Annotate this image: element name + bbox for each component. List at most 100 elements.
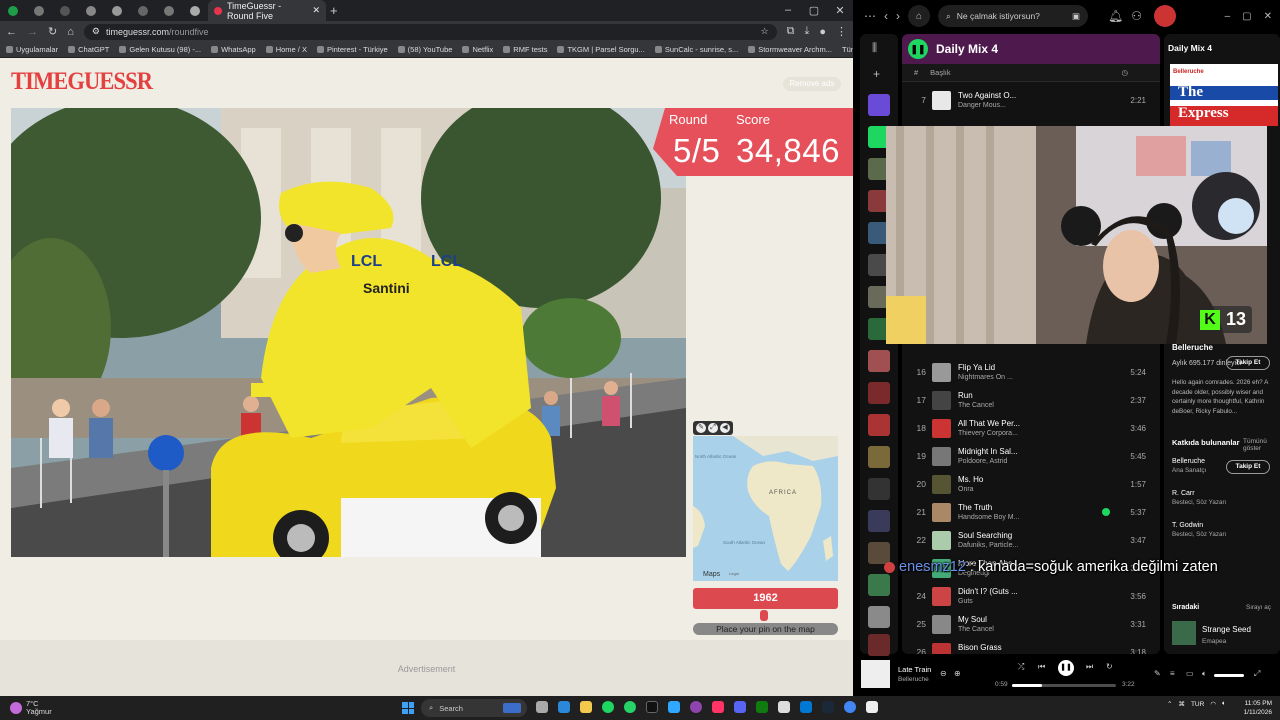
follow-button[interactable]: Takip Et: [1226, 356, 1270, 370]
play-pause-button[interactable]: ❚❚: [1058, 660, 1074, 676]
steam-icon[interactable]: [822, 701, 834, 713]
minimize-icon[interactable]: –: [775, 4, 801, 17]
library-item[interactable]: [868, 446, 890, 468]
tab-favicon[interactable]: [130, 0, 156, 21]
track-row[interactable]: 19 Midnight In Sal... Poldoore, Astrid 5:45: [902, 442, 1160, 470]
reload-icon[interactable]: ↻: [48, 25, 57, 38]
app-icon[interactable]: [712, 701, 724, 713]
bookmark-item[interactable]: Gelen Kutusu (98) -...: [119, 45, 201, 54]
liked-songs-tile[interactable]: [868, 94, 890, 116]
artist-bio[interactable]: Hello again comrades. 2026 eh? A decade …: [1172, 378, 1280, 416]
track-title[interactable]: Run: [958, 391, 1048, 400]
language-indicator[interactable]: TUR: [1191, 701, 1204, 708]
library-item[interactable]: [868, 478, 890, 500]
contributor-row[interactable]: R. Carr Besteci, Söz Yazarı: [1172, 490, 1226, 506]
shuffle-icon[interactable]: ⤮: [1018, 662, 1024, 672]
track-artist[interactable]: Danger Mous...: [958, 102, 1048, 109]
back-icon[interactable]: ←: [6, 26, 17, 38]
library-item[interactable]: [868, 350, 890, 372]
track-row[interactable]: 16 Flip Ya Lid Nightmares On ... 5:24: [902, 358, 1160, 386]
track-row[interactable]: 20 Ms. Ho Onra 1:57: [902, 470, 1160, 498]
track-row[interactable]: 22 Soul Searching Dafuniks, Particle... 3:4…: [902, 526, 1160, 554]
photoshop-icon[interactable]: [668, 701, 680, 713]
year-slider-handle[interactable]: [760, 610, 769, 621]
now-playing-art[interactable]: [861, 660, 890, 688]
search-input[interactable]: ⌕ Ne çalmak istiyorsun? ▣: [938, 5, 1088, 27]
profile-icon[interactable]: ●: [819, 26, 826, 38]
track-row[interactable]: 7 Two Against O... Danger Mous... 2:21: [902, 86, 1160, 114]
remove-icon[interactable]: ⊖: [940, 669, 947, 678]
pause-button[interactable]: ❚❚: [908, 39, 928, 59]
taskbar-search[interactable]: ⌕ Search: [421, 699, 527, 717]
clock[interactable]: 11:05 PM 1/11/2026: [1236, 699, 1272, 717]
site-info-icon[interactable]: ⚙: [92, 26, 100, 37]
track-title[interactable]: All That We Per...: [958, 419, 1048, 428]
create-playlist-icon[interactable]: +: [873, 67, 880, 81]
track-row[interactable]: 24 Didn't I? (Guts ... Guts 3:56: [902, 582, 1160, 610]
track-artist[interactable]: Poldoore, Astrid: [958, 458, 1048, 465]
progress-bar[interactable]: [1012, 684, 1116, 687]
maximize-icon[interactable]: ▢: [1242, 11, 1251, 22]
track-row[interactable]: 17 Run The Cancel 2:37: [902, 386, 1160, 414]
expand-map-icon[interactable]: ◀: [720, 423, 730, 433]
tab-active[interactable]: TimeGuessr - Round Five ✕: [208, 0, 326, 21]
artist-name[interactable]: Belleruche: [1172, 343, 1213, 352]
now-playing-title[interactable]: Late Train: [898, 665, 931, 674]
bookmark-item[interactable]: RMF tests: [503, 45, 547, 54]
track-title[interactable]: Midnight In Sal...: [958, 447, 1048, 456]
track-row[interactable]: 18 All That We Per... Thievery Corpora... 3…: [902, 414, 1160, 442]
tab-favicon[interactable]: [52, 0, 78, 21]
track-row[interactable]: 21 The Truth Handsome Boy M... 5:37: [902, 498, 1160, 526]
avatar[interactable]: [1154, 5, 1176, 27]
track-title[interactable]: Bison Grass: [958, 643, 1048, 652]
notifications-icon[interactable]: 🔔︎: [1108, 9, 1123, 23]
track-title[interactable]: The Truth: [958, 503, 1048, 512]
task-view-icon[interactable]: [536, 701, 548, 713]
track-title[interactable]: Two Against O...: [958, 91, 1048, 100]
tab-favicon[interactable]: [182, 0, 208, 21]
volume-slider[interactable]: [1214, 674, 1244, 677]
next-icon[interactable]: ⏭︎: [1086, 662, 1093, 672]
bookmark-item[interactable]: ChatGPT: [68, 45, 109, 54]
bookmark-item[interactable]: Stormweaver Archm...: [748, 45, 832, 54]
show-all-link[interactable]: Tümünü göster: [1243, 438, 1280, 452]
library-item[interactable]: [868, 510, 890, 532]
now-playing-artist[interactable]: Belleruche: [898, 676, 929, 683]
xbox-icon[interactable]: [756, 701, 768, 713]
obs-icon[interactable]: [866, 701, 878, 713]
friends-icon[interactable]: ⚇: [1131, 9, 1142, 23]
library-icon[interactable]: ⫼: [872, 42, 877, 55]
tab-favicon[interactable]: [156, 0, 182, 21]
place-pin-button[interactable]: Place your pin on the map: [693, 623, 838, 635]
track-title[interactable]: Soul Searching: [958, 531, 1048, 540]
spotify-icon[interactable]: [602, 701, 614, 713]
browse-icon[interactable]: ▣: [1072, 11, 1080, 22]
year-slider[interactable]: [693, 610, 838, 622]
forward-icon[interactable]: →: [27, 26, 38, 38]
track-artist[interactable]: The Cancel: [958, 402, 1048, 409]
maximize-icon[interactable]: ▢: [801, 4, 827, 17]
track-artist[interactable]: The Cancel: [958, 626, 1048, 633]
zoom-icon[interactable]: ⤢: [708, 423, 718, 433]
add-to-playlist-icon[interactable]: ⊕: [954, 669, 961, 678]
bookmark-item[interactable]: SunCalc - sunrise, s...: [654, 45, 738, 54]
timeguessr-logo[interactable]: TIMEGUESSR: [11, 68, 153, 96]
track-row[interactable]: 25 My Soul The Cancel 3:31: [902, 610, 1160, 638]
edge-icon[interactable]: [800, 701, 812, 713]
start-button[interactable]: [402, 702, 414, 714]
close-tab-icon[interactable]: ✕: [312, 5, 320, 16]
bookmark-item[interactable]: Uygulamalar: [6, 45, 58, 54]
next-song-artist[interactable]: Emapea: [1202, 638, 1226, 645]
close-window-icon[interactable]: ✕: [1264, 11, 1272, 22]
track-title[interactable]: Flip Ya Lid: [958, 363, 1048, 372]
track-artist[interactable]: Onra: [958, 486, 1048, 493]
close-window-icon[interactable]: ✕: [827, 4, 853, 17]
home-button[interactable]: ⌂: [908, 5, 930, 27]
guess-map[interactable]: North Atlantic Ocean AFRICA South Atlant…: [693, 436, 838, 581]
tab-favicon[interactable]: [26, 0, 52, 21]
new-tab-icon[interactable]: +: [330, 3, 338, 18]
app-icon[interactable]: [690, 701, 702, 713]
tab-favicon[interactable]: [104, 0, 130, 21]
extensions-icon[interactable]: ⧉: [787, 25, 795, 38]
home-icon[interactable]: ⌂: [67, 26, 74, 38]
